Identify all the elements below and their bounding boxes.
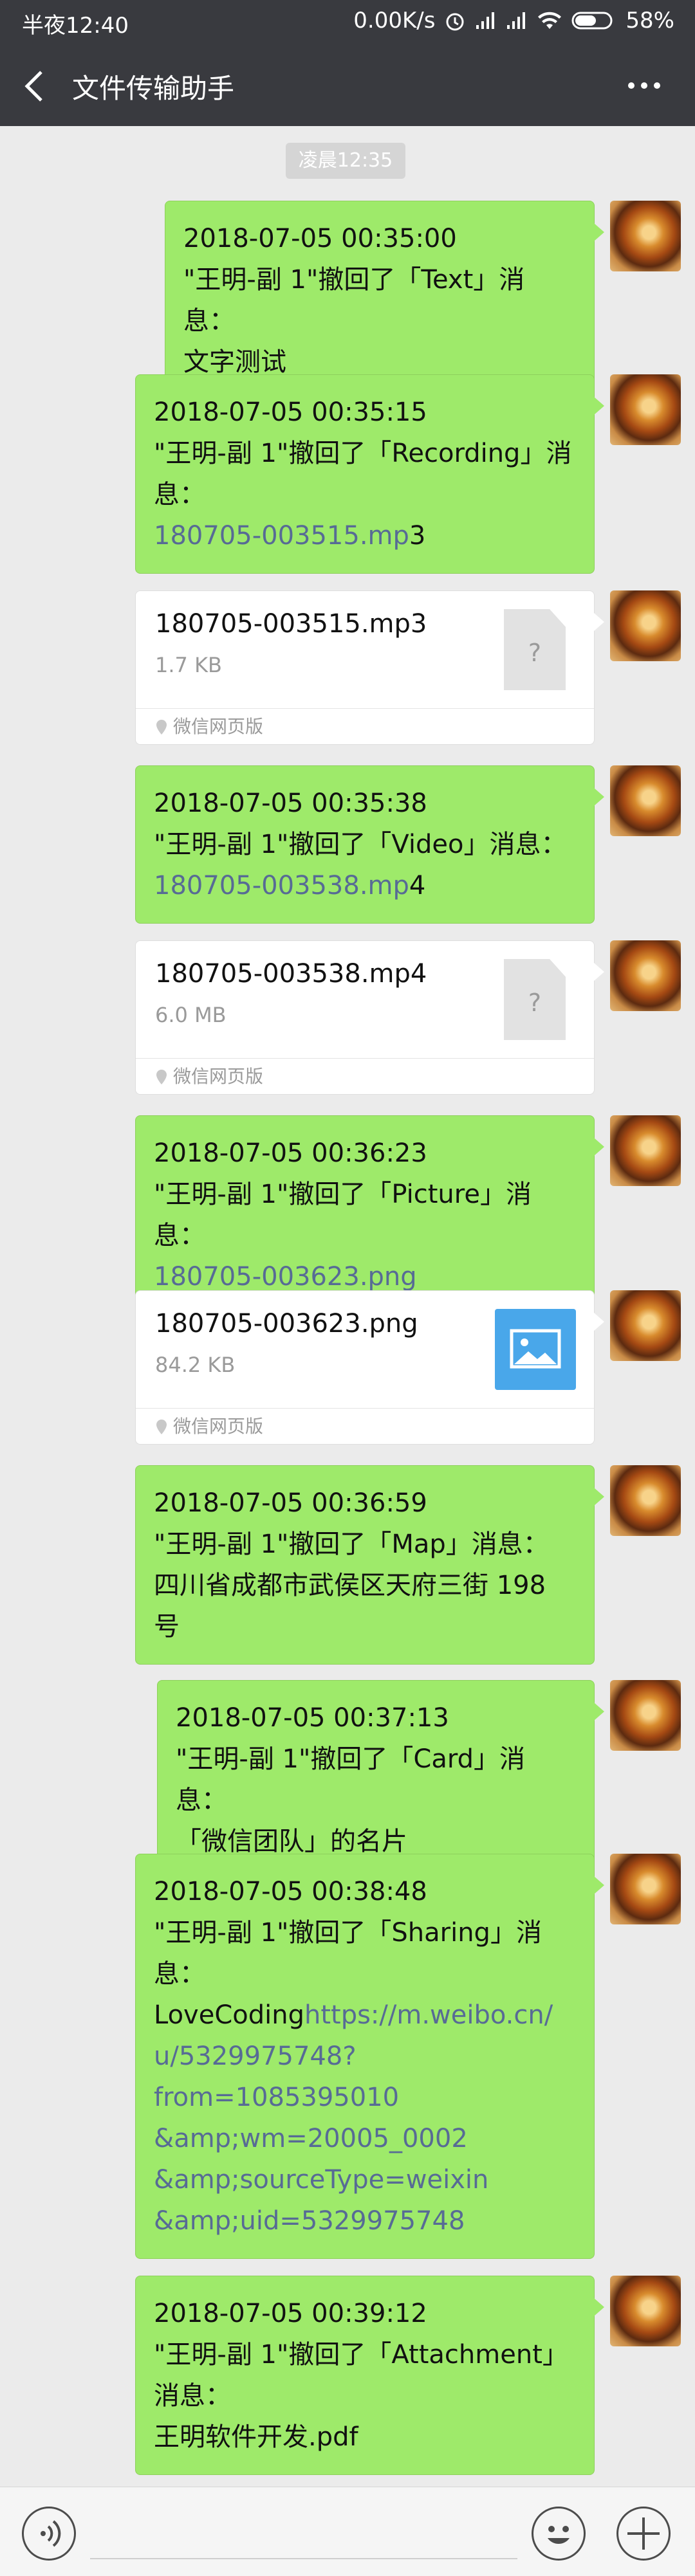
- message-bubble-card[interactable]: 2018-07-05 00:37:13 "王明-副 1"撤回了「Card」消息：…: [157, 1680, 604, 1879]
- msg-line: 2018-07-05 00:35:15: [154, 397, 427, 427]
- share-link[interactable]: from=1085395010: [154, 2083, 399, 2112]
- file-name: 180705-003538.mp4: [155, 959, 427, 989]
- file-link[interactable]: 180705-003623.png: [154, 1262, 417, 1292]
- message-bubble-picture[interactable]: 2018-07-05 00:36:23 "王明-副 1"撤回了「Picture」…: [135, 1115, 604, 1315]
- file-card[interactable]: 180705-003623.png 84.2 KB 微信网页版: [135, 1290, 604, 1445]
- msg-line: 2018-07-05 00:36:23: [154, 1138, 427, 1168]
- msg-line: 文字测试: [183, 347, 286, 377]
- file-size: 1.7 KB: [155, 653, 222, 677]
- avatar[interactable]: [610, 1680, 681, 1751]
- image-icon: [495, 1309, 576, 1390]
- share-link[interactable]: &amp;uid=5329975748: [154, 2206, 465, 2236]
- location-pin-icon: [156, 1420, 167, 1434]
- msg-line: 消息：: [154, 2381, 231, 2411]
- network-speed: 0.00K/s: [353, 8, 436, 33]
- avatar[interactable]: [610, 940, 681, 1011]
- message-bubble-recording[interactable]: 2018-07-05 00:35:15 "王明-副 1"撤回了「Recordin…: [135, 374, 604, 574]
- file-card[interactable]: 180705-003538.mp4 6.0 MB ? 微信网页版: [135, 940, 604, 1095]
- msg-line: 2018-07-05 00:36:59: [154, 1488, 427, 1518]
- message-bubble-attachment[interactable]: 2018-07-05 00:39:12 "王明-副 1"撤回了「Attachme…: [135, 2276, 604, 2475]
- msg-line: "王明-副 1"撤回了「Picture」消息：: [154, 1180, 532, 1250]
- chat-title: 文件传输助手: [72, 73, 235, 104]
- file-link[interactable]: 180705-003515.mp: [154, 521, 409, 551]
- message-bubble-map[interactable]: 2018-07-05 00:36:59 "王明-副 1"撤回了「Map」消息： …: [135, 1465, 604, 1665]
- msg-line: "王明-副 1"撤回了「Attachment」: [154, 2340, 568, 2370]
- back-arrow-icon[interactable]: [22, 69, 50, 103]
- share-link[interactable]: &amp;sourceType=weixin: [154, 2165, 488, 2195]
- avatar[interactable]: [610, 2276, 681, 2346]
- file-source: 微信网页版: [136, 1058, 594, 1095]
- file-source-label: 微信网页版: [173, 1416, 264, 1437]
- share-link[interactable]: &amp;wm=20005_0002: [154, 2124, 468, 2153]
- avatar[interactable]: [610, 1115, 681, 1186]
- message-bubble-video[interactable]: 2018-07-05 00:35:38 "王明-副 1"撤回了「Video」消息…: [135, 765, 604, 924]
- location-pin-icon: [156, 720, 167, 735]
- msg-line: 王明软件开发.pdf: [154, 2422, 358, 2452]
- battery-percent: 58%: [626, 8, 674, 33]
- avatar[interactable]: [610, 590, 681, 661]
- emoji-icon: [548, 2526, 570, 2544]
- battery-icon: [571, 12, 613, 30]
- msg-line: "王明-副 1"撤回了「Video」消息：: [154, 830, 567, 859]
- msg-tail: 4: [409, 871, 426, 900]
- location-pin-icon: [156, 1070, 167, 1084]
- msg-line: "王明-副 1"撤回了「Recording」消: [154, 439, 572, 468]
- file-source-label: 微信网页版: [173, 1066, 264, 1087]
- file-link[interactable]: 180705-003538.mp: [154, 871, 409, 900]
- more-options-icon[interactable]: [627, 76, 662, 95]
- more-functions-button[interactable]: [616, 2507, 671, 2561]
- chat-timestamp: 凌晨12:35: [286, 143, 405, 179]
- unknown-file-icon: ?: [504, 959, 566, 1040]
- voice-icon: [41, 2520, 61, 2547]
- msg-line: 2018-07-05 00:39:12: [154, 2299, 427, 2328]
- msg-line: "王明-副 1"撤回了「Sharing」消: [154, 1918, 542, 1948]
- msg-tail: 3: [409, 521, 426, 551]
- msg-line: 2018-07-05 00:35:38: [154, 789, 427, 818]
- msg-line: "王明-副 1"撤回了「Map」消息：: [154, 1530, 549, 1559]
- msg-line: 四川省成都市武侯区天府三街 198: [154, 1571, 546, 1600]
- message-input[interactable]: [90, 2558, 517, 2559]
- avatar[interactable]: [610, 1290, 681, 1361]
- file-name: 180705-003515.mp3: [155, 609, 427, 639]
- file-source: 微信网页版: [136, 708, 594, 745]
- msg-text: LoveCoding: [154, 2000, 304, 2030]
- file-card[interactable]: 180705-003515.mp3 1.7 KB ? 微信网页版: [135, 590, 604, 745]
- signal-icon-1: [476, 12, 495, 29]
- msg-line: 「微信团队」的名片: [176, 1827, 407, 1856]
- file-size: 84.2 KB: [155, 1353, 236, 1377]
- emoji-button[interactable]: [532, 2507, 586, 2561]
- wifi-icon: [538, 12, 562, 29]
- voice-input-button[interactable]: [22, 2507, 76, 2561]
- msg-line: 息：: [154, 1959, 205, 1989]
- input-bar: [0, 2487, 695, 2576]
- alarm-icon: [446, 13, 464, 31]
- message-bubble-text[interactable]: 2018-07-05 00:35:00 "王明-副 1"撤回了「Text」消息：…: [165, 201, 604, 400]
- signal-icon-2: [507, 12, 526, 29]
- file-source: 微信网页版: [136, 1408, 594, 1445]
- status-time: 半夜12:40: [22, 13, 129, 39]
- avatar[interactable]: [610, 1465, 681, 1536]
- msg-line: 号: [154, 1612, 180, 1641]
- title-bar: 文件传输助手: [0, 46, 695, 126]
- status-indicators: 0.00K/s 58%: [353, 8, 674, 33]
- msg-line: 2018-07-05 00:35:00: [183, 224, 457, 253]
- msg-line: 2018-07-05 00:38:48: [154, 1877, 427, 1906]
- msg-line: "王明-副 1"撤回了「Text」消息：: [183, 265, 525, 336]
- avatar[interactable]: [610, 1854, 681, 1924]
- message-bubble-sharing[interactable]: 2018-07-05 00:38:48 "王明-副 1"撤回了「Sharing」…: [135, 1854, 604, 2259]
- msg-line: 2018-07-05 00:37:13: [176, 1703, 449, 1733]
- avatar[interactable]: [610, 374, 681, 445]
- msg-line: "王明-副 1"撤回了「Card」消息：: [176, 1744, 525, 1815]
- file-name: 180705-003623.png: [155, 1309, 418, 1338]
- file-size: 6.0 MB: [155, 1003, 227, 1027]
- share-link[interactable]: https://m.weibo.cn/: [304, 2000, 553, 2030]
- plus-icon: [627, 2517, 660, 2550]
- unknown-file-icon: ?: [504, 609, 566, 690]
- avatar[interactable]: [610, 201, 681, 271]
- avatar[interactable]: [610, 765, 681, 836]
- msg-line: 息：: [154, 480, 205, 509]
- share-link[interactable]: u/5329975748?: [154, 2042, 357, 2071]
- status-bar: 半夜12:40 0.00K/s 58%: [0, 0, 695, 46]
- file-source-label: 微信网页版: [173, 716, 264, 737]
